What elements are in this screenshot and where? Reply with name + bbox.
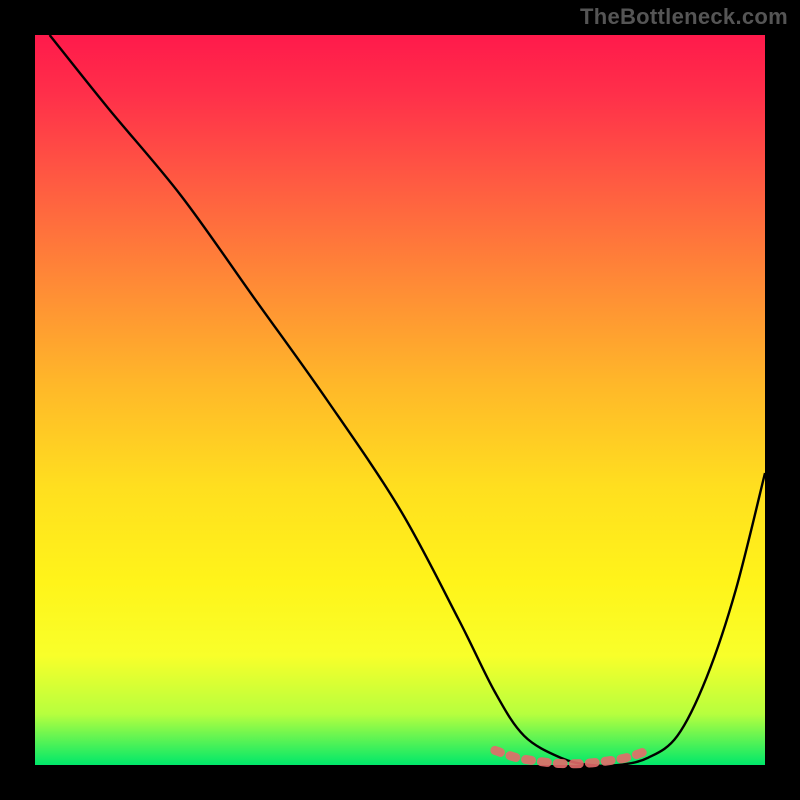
watermark-text: TheBottleneck.com	[580, 4, 788, 30]
curve-layer	[35, 35, 765, 765]
plot-area	[35, 35, 765, 765]
bottleneck-curve	[50, 35, 765, 766]
min-marker	[495, 750, 648, 763]
chart-frame: TheBottleneck.com	[0, 0, 800, 800]
